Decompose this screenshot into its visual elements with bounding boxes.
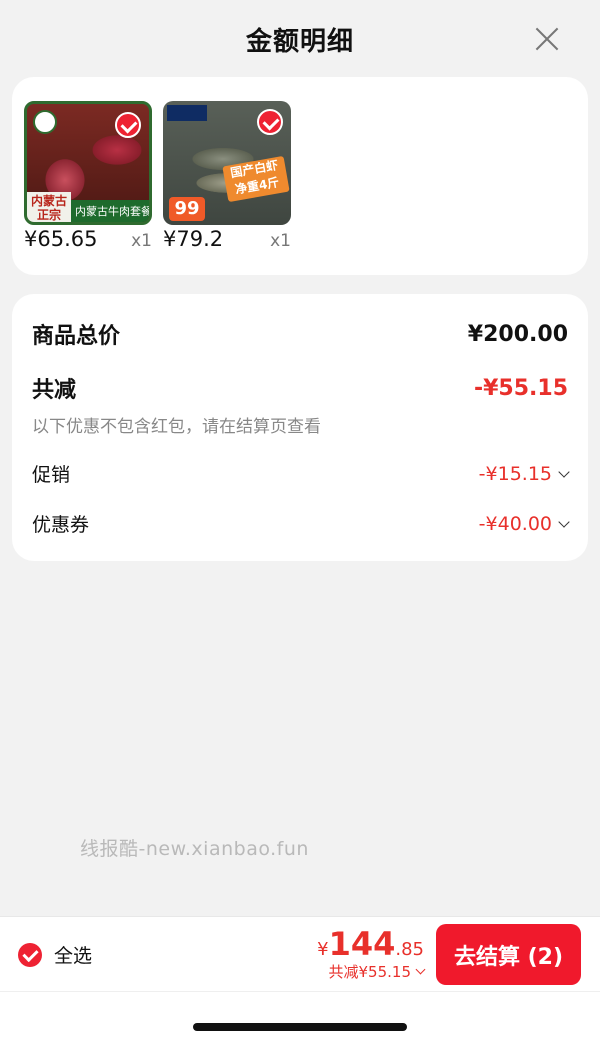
discount-note: 以下优惠不包含红包，请在结算页查看 — [32, 417, 321, 437]
checkout-bar: 全选 ¥144.85 共减¥55.15 去结算 (2) — [0, 916, 600, 1042]
sheet-title: 金额明细 — [245, 26, 354, 57]
coupon-value-wrap[interactable]: -¥40.00 — [478, 512, 570, 535]
item-price: ¥79.2 — [163, 227, 224, 251]
promo-label: 促销 — [32, 464, 71, 486]
product-banner: 国产白虾 净重4斤 — [222, 155, 290, 203]
item-quantity: x1 — [131, 231, 152, 251]
select-all-check-icon[interactable] — [18, 942, 42, 967]
select-all-label: 全选 — [54, 945, 93, 967]
item-selected-check-icon[interactable] — [257, 109, 283, 135]
coupon-row[interactable]: 优惠券 -¥40.00 — [32, 510, 570, 537]
chevron-down-icon[interactable] — [558, 465, 570, 478]
product-image-beef: 内蒙古 正宗 内蒙古牛肉套餐 — [24, 101, 152, 225]
item-quantity: x1 — [270, 231, 291, 251]
amount-detail-sheet: 金额明细 内蒙古 正宗 内蒙古牛肉套餐 ¥65.65 x1 国产白虾 净重4斤 … — [0, 0, 600, 1042]
watermark: 线报酷-new.xianbao.fun — [80, 838, 309, 860]
item-price: ¥65.65 — [24, 227, 98, 251]
saved-text: 共减¥55.15 — [328, 963, 412, 981]
total-row: 商品总价 ¥200.00 — [32, 318, 568, 350]
product-image-shrimp: 国产白虾 净重4斤 99 — [163, 101, 291, 225]
tag-line: 正宗 — [36, 208, 61, 222]
items-card: 内蒙古 正宗 内蒙古牛肉套餐 ¥65.65 x1 国产白虾 净重4斤 99 ¥7… — [12, 77, 588, 275]
brand-logo — [33, 110, 57, 134]
reduce-value: -¥55.15 — [473, 375, 568, 401]
item-selected-check-icon[interactable] — [115, 112, 141, 138]
coupon-value: -¥40.00 — [478, 512, 552, 535]
currency-symbol: ¥ — [317, 939, 329, 960]
reduce-label: 共减 — [32, 378, 77, 403]
tag-line: 内蒙古 — [30, 194, 67, 208]
cart-item[interactable]: 内蒙古 正宗 内蒙古牛肉套餐 ¥65.65 x1 — [24, 101, 152, 251]
close-icon[interactable] — [534, 26, 560, 52]
total-value: ¥200.00 — [467, 321, 568, 347]
amount-decimal: .85 — [395, 939, 424, 960]
chevron-down-icon[interactable] — [415, 964, 426, 975]
reduce-row: 共减 -¥55.15 — [32, 372, 568, 404]
divider — [0, 991, 600, 992]
amount-integer: 144 — [328, 925, 396, 963]
pay-amount: ¥144.85 共减¥55.15 — [317, 925, 426, 982]
select-all[interactable]: 全选 — [18, 941, 92, 968]
brand-logo — [167, 105, 207, 121]
product-caption: 内蒙古牛肉套餐 — [75, 205, 152, 218]
product-tag: 内蒙古 正宗 — [27, 192, 71, 222]
chevron-down-icon[interactable] — [558, 515, 570, 528]
coupon-label: 优惠券 — [32, 514, 90, 536]
home-indicator — [193, 1023, 407, 1031]
saved-summary[interactable]: 共减¥55.15 — [317, 961, 426, 982]
total-label: 商品总价 — [32, 324, 121, 349]
summary-card: 商品总价 ¥200.00 共减 -¥55.15 以下优惠不包含红包，请在结算页查… — [12, 294, 588, 561]
promo-value-wrap[interactable]: -¥15.15 — [478, 462, 570, 485]
cart-item[interactable]: 国产白虾 净重4斤 99 ¥79.2 x1 — [163, 101, 291, 251]
promo-value: -¥15.15 — [478, 462, 552, 485]
sheet-header: 金额明细 — [0, 0, 600, 78]
checkout-button[interactable]: 去结算 (2) — [436, 924, 581, 985]
promo-row[interactable]: 促销 -¥15.15 — [32, 460, 570, 487]
product-badge: 99 — [169, 197, 205, 221]
